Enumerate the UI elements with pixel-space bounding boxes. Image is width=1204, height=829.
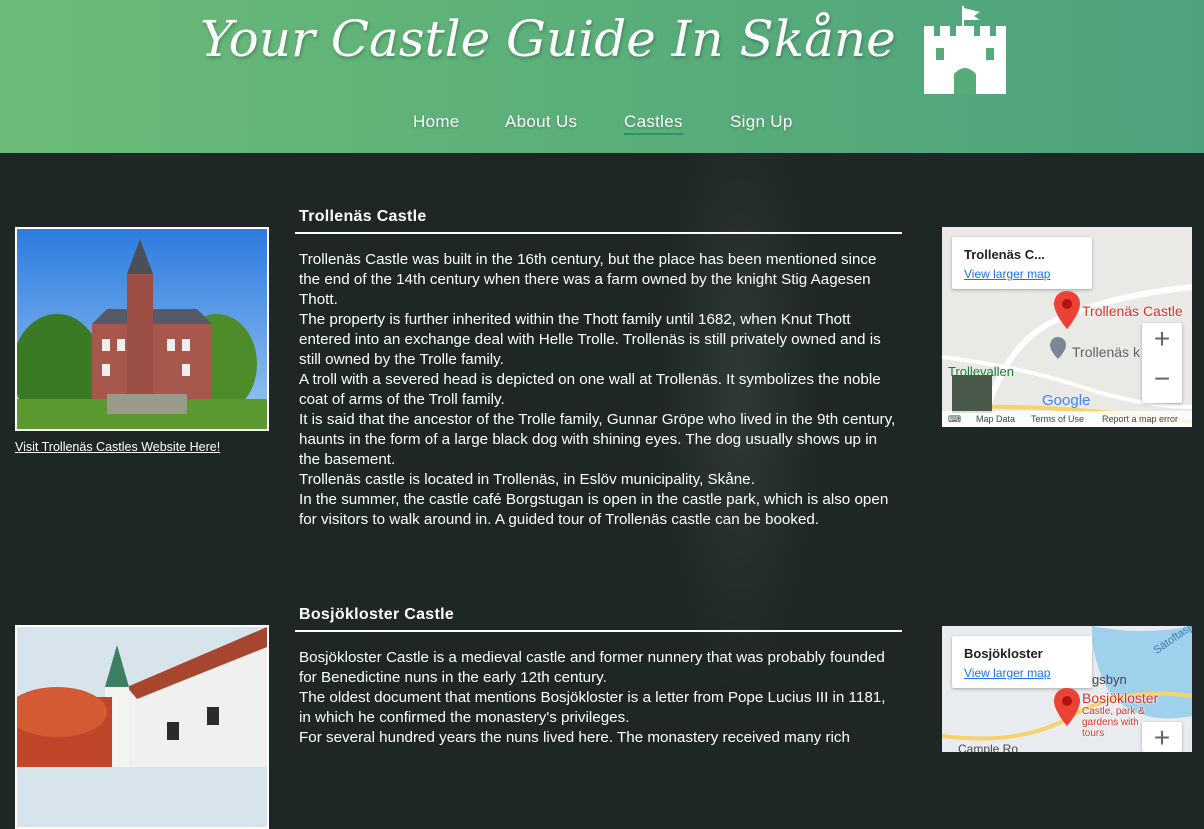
map-pin-icon[interactable] [1054,291,1080,329]
map-pin-label: Bosjökloster [1082,690,1159,706]
map-data-link[interactable]: Map Data [976,414,1015,424]
description-paragraph: Trollenäs Castle was built in the 16th c… [299,251,877,308]
description-paragraph: Trollenäs castle is located in Trollenäs… [299,471,755,488]
castle-icon [924,6,1006,94]
description-paragraph: The oldest document that mentions Bosjök… [299,689,886,726]
zoom-in-button[interactable]: + [1142,722,1182,752]
castle-heading: Trollenäs Castle [299,208,427,225]
site-header: Your Castle Guide In Skåne Home About Us… [0,0,1204,153]
zoom-in-button[interactable]: + [1142,323,1182,355]
heading-divider [295,232,902,234]
nav-home[interactable]: Home [413,112,460,132]
map-place-label: gsbyn [1092,672,1127,687]
description-paragraph: It is said that the ancestor of the Trol… [299,411,896,468]
castle-website-link[interactable]: Visit Trollenäs Castles Website Here! [15,440,220,454]
map-info-card: Bosjökloster View larger map [952,636,1092,688]
view-larger-map-link[interactable]: View larger map [964,267,1050,281]
description-paragraph: The property is further inherited within… [299,311,881,368]
castle-photo-trollenas [15,227,269,431]
map-pin-label: Trollenäs Castle [1082,303,1183,319]
map-card-title: Trollenäs C... [964,247,1045,262]
heading-divider [295,630,902,632]
description-paragraph: For several hundred years the nuns lived… [299,729,850,746]
nav-about-us[interactable]: About Us [505,112,577,132]
poi-marker-icon [1050,337,1066,359]
view-larger-map-link[interactable]: View larger map [964,666,1050,680]
castle-map-bosjokloster[interactable]: Bosjökloster View larger map Sätoftasjön… [942,626,1192,752]
zoom-out-button[interactable]: − [1142,363,1182,395]
map-place-label: Cample Ro [958,742,1019,752]
castle-map-trollenas[interactable]: Trollenäs C... View larger map Trollenäs… [942,227,1192,427]
nav-sign-up[interactable]: Sign Up [730,112,793,132]
castle-heading: Bosjökloster Castle [299,606,455,623]
description-paragraph: A troll with a severed head is depicted … [299,371,881,408]
castle-description: Trollenäs Castle was built in the 16th c… [299,250,899,530]
map-zoom-control: + [1142,722,1182,752]
description-paragraph: In the summer, the castle café Borgstuga… [299,491,889,528]
report-map-error-link[interactable]: Report a map error [1102,414,1178,424]
map-info-card: Trollenäs C... View larger map [952,237,1092,289]
map-zoom-control: + − [1142,323,1182,403]
map-place-label: Trollevallen [948,364,1014,379]
map-footer: ⌨ Map Data Terms of Use Report a map err… [942,411,1192,427]
google-logo: Google [1042,392,1091,409]
map-pin-icon[interactable] [1054,688,1080,726]
keyboard-shortcuts-icon[interactable]: ⌨ [948,414,961,425]
castle-photo-bosjokloster [15,625,269,829]
terms-of-use-link[interactable]: Terms of Use [1031,414,1084,424]
castle-description: Bosjökloster Castle is a medieval castle… [299,648,899,748]
map-poi-label: Trollenäs k [1072,344,1140,360]
site-title: Your Castle Guide In Skåne [200,10,896,68]
description-paragraph: Bosjökloster Castle is a medieval castle… [299,649,885,686]
nav-castles[interactable]: Castles [624,112,683,135]
map-card-title: Bosjökloster [964,646,1043,661]
